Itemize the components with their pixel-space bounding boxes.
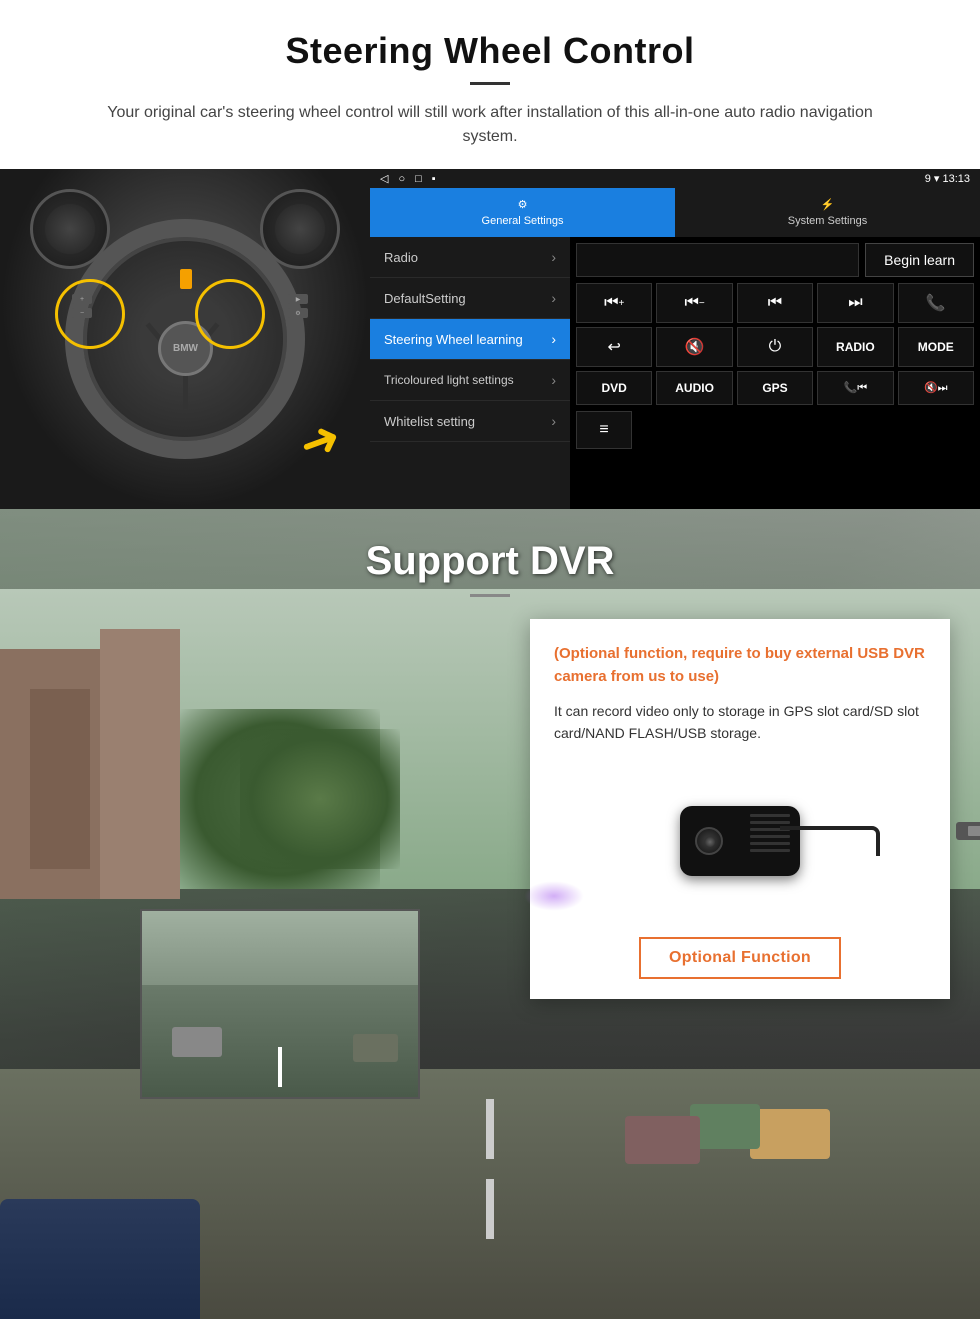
ctrl-hangup[interactable]: ↩	[576, 327, 652, 367]
ctrl-phone[interactable]: 📞	[898, 283, 974, 323]
gear-icon: ⚙	[518, 198, 528, 211]
chevron-right-icon: ›	[551, 413, 556, 429]
dvr-thumbnail	[140, 909, 420, 1099]
camera-cable	[780, 826, 880, 856]
menu-steering-label: Steering Wheel learning	[384, 332, 523, 347]
menu-item-default[interactable]: DefaultSetting ›	[370, 278, 570, 319]
extra-row: ≡	[576, 411, 974, 449]
ctrl-dvd[interactable]: DVD	[576, 371, 652, 405]
dvr-info-card: (Optional function, require to buy exter…	[530, 619, 950, 999]
controls-grid: ⏮+ ⏮− ⏮ ⏭ 📞 ↩ 🔇 ⏻ RADIO MODE DVD AUDIO G…	[576, 283, 974, 405]
ctrl-extra[interactable]: ≡	[576, 411, 632, 449]
steering-title: Steering Wheel Control	[40, 30, 940, 72]
dvr-camera-illustration	[554, 761, 926, 921]
tab-general-settings[interactable]: ⚙ General Settings	[370, 188, 675, 237]
dvr-camera-body	[680, 806, 800, 876]
ctrl-next-track[interactable]: ⏭	[817, 283, 893, 323]
menu-item-radio[interactable]: Radio ›	[370, 237, 570, 278]
ctrl-audio[interactable]: AUDIO	[656, 371, 732, 405]
ctrl-phone-prev[interactable]: 📞⏮	[817, 371, 893, 405]
chevron-right-icon: ›	[551, 249, 556, 265]
ui-body: Radio › DefaultSetting › Steering Wheel …	[370, 237, 980, 509]
menu-item-whitelist[interactable]: Whitelist setting ›	[370, 401, 570, 442]
nav-home-icon[interactable]: ○	[398, 173, 405, 185]
ui-right-panel: Begin learn ⏮+ ⏮− ⏮ ⏭ 📞 ↩ 🔇 ⏻ RADIO MODE…	[570, 237, 980, 509]
dvr-title: Support DVR	[0, 539, 980, 584]
begin-learn-button[interactable]: Begin learn	[865, 243, 974, 277]
menu-whitelist-label: Whitelist setting	[384, 414, 475, 429]
ui-menu: Radio › DefaultSetting › Steering Wheel …	[370, 237, 570, 509]
nav-recent-icon[interactable]: □	[415, 173, 422, 185]
ctrl-vol-up[interactable]: ⏮+	[576, 283, 652, 323]
general-settings-label: General Settings	[482, 215, 564, 227]
dvr-desc-text: It can record video only to storage in G…	[554, 700, 926, 745]
highlight-circle-right	[195, 279, 265, 349]
ctrl-mode[interactable]: MODE	[898, 327, 974, 367]
ctrl-prev-track[interactable]: ⏮	[737, 283, 813, 323]
system-settings-label: System Settings	[788, 215, 867, 227]
nav-back-icon[interactable]: ◁	[380, 172, 388, 185]
steering-photo: BMW + − ▶ ⚙ ➜	[0, 169, 370, 509]
arrow-icon: ➜	[291, 408, 348, 474]
camera-lens	[695, 827, 723, 855]
status-time: 9 ▾ 13:13	[925, 172, 970, 185]
dvr-divider	[470, 594, 510, 597]
dvr-title-block: Support DVR	[0, 509, 980, 607]
menu-item-tricoloured[interactable]: Tricoloured light settings ›	[370, 360, 570, 401]
optional-function-button[interactable]: Optional Function	[639, 937, 841, 979]
usb-plug	[956, 822, 980, 840]
ctrl-vol-down[interactable]: ⏮−	[656, 283, 732, 323]
ctrl-gps[interactable]: GPS	[737, 371, 813, 405]
chevron-right-icon: ›	[551, 372, 556, 388]
title-divider	[470, 82, 510, 85]
menu-radio-label: Radio	[384, 250, 418, 265]
ctrl-mute[interactable]: 🔇	[656, 327, 732, 367]
menu-item-steering[interactable]: Steering Wheel learning ›	[370, 319, 570, 360]
spacer	[576, 243, 859, 277]
system-icon: ⚡	[821, 198, 835, 211]
ctrl-mute-next[interactable]: 🔇⏭	[898, 371, 974, 405]
settings-tabs: ⚙ General Settings ⚡ System Settings	[370, 188, 980, 237]
begin-learn-row: Begin learn	[576, 243, 974, 277]
status-bar: ◁ ○ □ ▪ 9 ▾ 13:13	[370, 169, 980, 188]
steering-content: BMW + − ▶ ⚙ ➜ ◁ ○ □ ▪ 9	[0, 169, 980, 509]
menu-default-label: DefaultSetting	[384, 291, 466, 306]
tab-system-settings[interactable]: ⚡ System Settings	[675, 188, 980, 237]
dvr-optional-text: (Optional function, require to buy exter…	[554, 643, 926, 688]
dvr-section: Support DVR (Optional function, require …	[0, 509, 980, 1319]
ui-panel: ◁ ○ □ ▪ 9 ▾ 13:13 ⚙ General Settings ⚡ S…	[370, 169, 980, 509]
ctrl-power[interactable]: ⏻	[737, 327, 813, 367]
steering-photo-inner: BMW + − ▶ ⚙ ➜	[0, 169, 370, 509]
light-glow	[524, 881, 584, 911]
steering-section: Steering Wheel Control Your original car…	[0, 0, 980, 149]
chevron-right-icon: ›	[551, 331, 556, 347]
menu-tricoloured-label: Tricoloured light settings	[384, 373, 514, 387]
ctrl-radio[interactable]: RADIO	[817, 327, 893, 367]
nav-menu-icon[interactable]: ▪	[432, 173, 436, 185]
thumbnail-road-line	[278, 1047, 282, 1087]
chevron-right-icon: ›	[551, 290, 556, 306]
steering-subtitle: Your original car's steering wheel contr…	[80, 101, 900, 149]
